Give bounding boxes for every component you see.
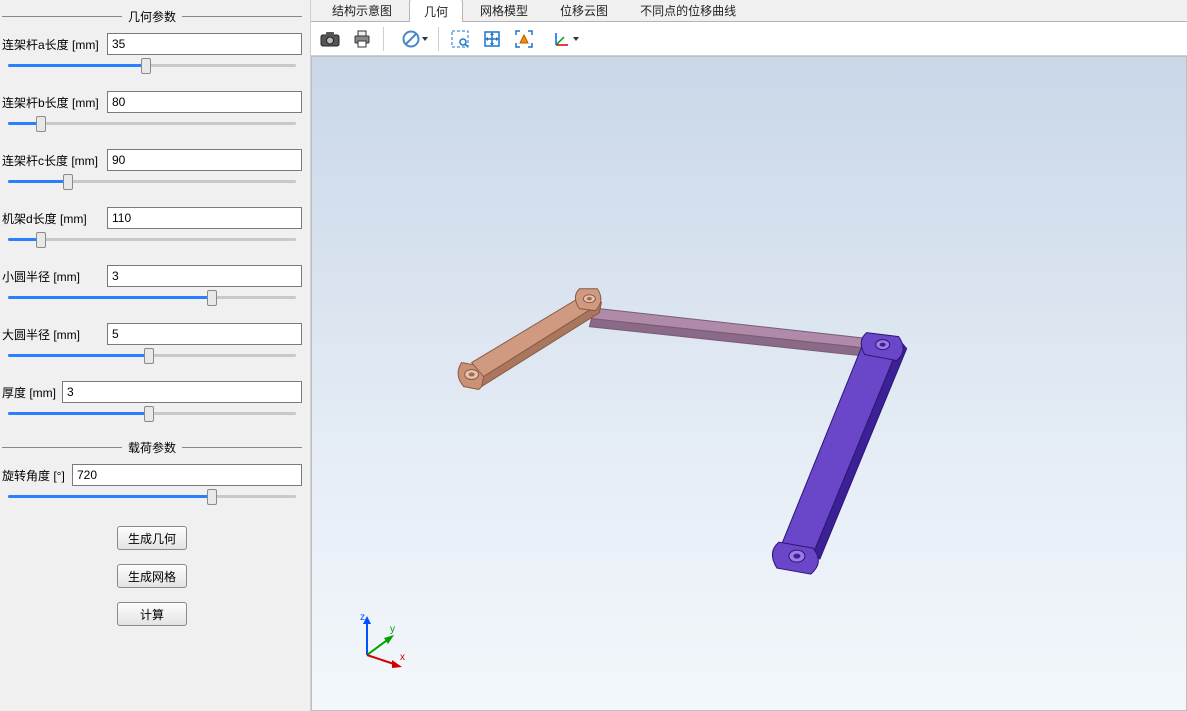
param-label-thickness: 厚度 [mm] <box>2 384 62 401</box>
model-render <box>312 57 1186 710</box>
chevron-down-icon <box>422 37 428 41</box>
param-row-small-radius: 小圆半径 [mm] <box>2 265 302 287</box>
param-label-rotation: 旋转角度 [°] <box>2 467 72 484</box>
param-input-small-radius[interactable] <box>107 265 302 287</box>
zoom-extents-icon <box>482 29 502 49</box>
view-orientation-button[interactable] <box>541 25 583 53</box>
param-slider-b[interactable] <box>2 115 302 133</box>
section-geometry-title: 几何参数 <box>2 8 302 25</box>
param-input-big-radius[interactable] <box>107 323 302 345</box>
param-row-c: 连架杆c长度 [mm] <box>2 149 302 171</box>
zoom-box-icon <box>450 29 470 49</box>
svg-text:x: x <box>400 652 405 663</box>
param-label-b: 连架杆b长度 [mm] <box>2 94 107 111</box>
param-input-c[interactable] <box>107 149 302 171</box>
orientation-triad: z y x <box>352 610 412 670</box>
link-c <box>581 307 880 358</box>
tab-mesh[interactable]: 网格模型 <box>465 0 543 21</box>
printer-icon <box>352 30 372 48</box>
section-load-title: 载荷参数 <box>2 439 302 456</box>
link-a <box>458 289 601 390</box>
generate-geometry-button[interactable]: 生成几何 <box>117 526 187 550</box>
generate-mesh-button[interactable]: 生成网格 <box>117 564 187 588</box>
tab-curves[interactable]: 不同点的位移曲线 <box>625 0 751 21</box>
graphics-toolbar <box>311 22 1187 56</box>
param-row-b: 连架杆b长度 [mm] <box>2 91 302 113</box>
param-row-d: 机架d长度 [mm] <box>2 207 302 229</box>
toolbar-separator <box>438 27 439 51</box>
param-label-c: 连架杆c长度 [mm] <box>2 152 107 169</box>
print-button[interactable] <box>347 25 377 53</box>
tab-displacement[interactable]: 位移云图 <box>545 0 623 21</box>
param-row-big-radius: 大圆半径 [mm] <box>2 323 302 345</box>
chevron-down-icon <box>573 37 579 41</box>
zoom-selected-button[interactable] <box>509 25 539 53</box>
param-input-b[interactable] <box>107 91 302 113</box>
compute-button[interactable]: 计算 <box>117 602 187 626</box>
param-slider-d[interactable] <box>2 231 302 249</box>
param-slider-c[interactable] <box>2 173 302 191</box>
svg-text:z: z <box>360 612 365 623</box>
param-label-a: 连架杆a长度 [mm] <box>2 36 107 53</box>
zoom-box-button[interactable] <box>445 25 475 53</box>
param-slider-thickness[interactable] <box>2 405 302 423</box>
camera-icon <box>320 31 340 47</box>
parameters-panel: 几何参数 连架杆a长度 [mm] 连架杆b长度 [mm] 连架杆c长度 [mm]… <box>0 0 311 711</box>
param-input-thickness[interactable] <box>62 381 302 403</box>
scene-light-button[interactable] <box>390 25 432 53</box>
param-slider-rotation[interactable] <box>2 488 302 506</box>
svg-text:y: y <box>390 624 395 635</box>
param-input-d[interactable] <box>107 207 302 229</box>
graphics-canvas[interactable]: z y x <box>311 56 1187 711</box>
zoom-to-selection-icon <box>514 29 534 49</box>
tab-geometry[interactable]: 几何 <box>409 0 463 22</box>
tab-schematic[interactable]: 结构示意图 <box>317 0 407 21</box>
param-slider-small-radius[interactable] <box>2 289 302 307</box>
param-row-a: 连架杆a长度 [mm] <box>2 33 302 55</box>
link-b <box>772 333 906 574</box>
param-label-small-radius: 小圆半径 [mm] <box>2 268 107 285</box>
param-row-thickness: 厚度 [mm] <box>2 381 302 403</box>
no-entry-icon <box>402 30 420 48</box>
view-tabs: 结构示意图 几何 网格模型 位移云图 不同点的位移曲线 <box>311 0 1187 22</box>
param-label-big-radius: 大圆半径 [mm] <box>2 326 107 343</box>
zoom-extents-button[interactable] <box>477 25 507 53</box>
right-pane: 结构示意图 几何 网格模型 位移云图 不同点的位移曲线 <box>311 0 1187 711</box>
action-buttons: 生成几何 生成网格 计算 <box>2 526 302 626</box>
axes-triad-icon <box>552 29 572 49</box>
snapshot-button[interactable] <box>315 25 345 53</box>
toolbar-separator <box>383 27 384 51</box>
param-row-rotation: 旋转角度 [°] <box>2 464 302 486</box>
param-slider-big-radius[interactable] <box>2 347 302 365</box>
param-slider-a[interactable] <box>2 57 302 75</box>
param-label-d: 机架d长度 [mm] <box>2 210 107 227</box>
param-input-a[interactable] <box>107 33 302 55</box>
param-input-rotation[interactable] <box>72 464 302 486</box>
